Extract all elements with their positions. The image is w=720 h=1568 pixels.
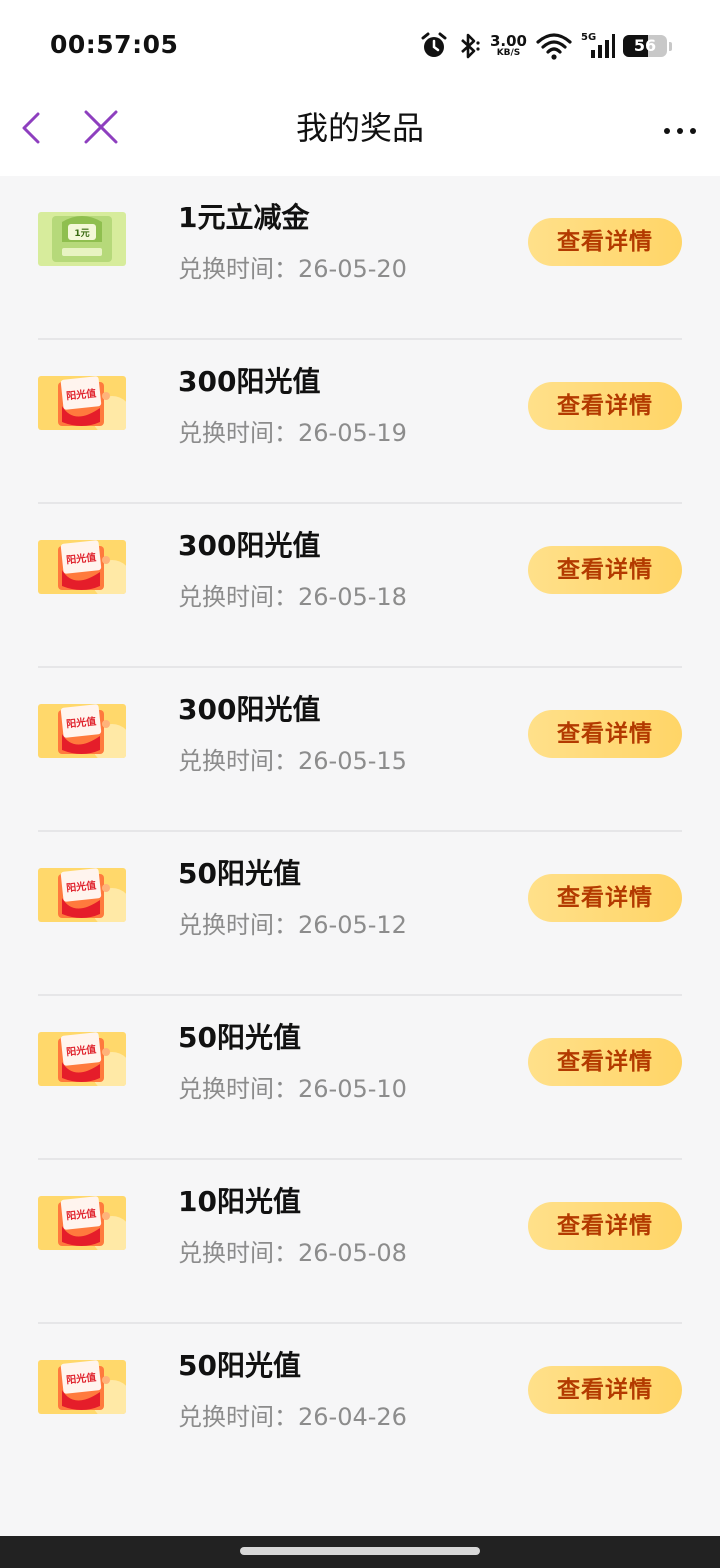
status-bar: 00:57:05 3.00 KB/S 5G 56 [0,0,720,92]
prize-title: 50阳光值 [178,1021,301,1054]
prize-title: 1元立减金 [178,201,310,234]
nav-bar: 我的奖品 [0,92,720,176]
sunshine-value-image: 阳光值 [38,376,126,430]
prize-title: 300阳光值 [178,693,321,726]
prize-title: 50阳光值 [178,857,301,890]
battery-tip [669,41,672,51]
prize-item: 阳光值 50阳光值兑换时间：26-05-12 查看详情 [38,832,682,996]
sunshine-value-image: 阳光值 [38,1360,126,1414]
sunshine-value-image: 阳光值 [38,1196,126,1250]
prize-list: 1元 1元立减金 兑换时间：26-05-20 查看详情 阳光值 300阳光值 兑换时间… [38,176,682,1488]
sunshine-value-image: 阳光值 [38,540,126,594]
battery-icon: 56 [623,35,667,57]
status-time: 00:57:05 [50,30,179,59]
sunshine-value-image: 阳光值 [38,868,126,922]
prize-item: 阳光值 50阳光值兑换时间：26-05-10 查看详情 [38,996,682,1160]
prize-item: 阳光值 300阳光值兑换时间：26-05-15 查看详情 [38,668,682,832]
cash-coupon-image: 1元 [38,212,126,266]
view-details-button[interactable]: 查看详情 [528,382,682,430]
redeem-time: 兑换时间：26-05-12 [178,911,407,939]
thumb-label: 1元 [74,228,89,239]
prize-item: 1元 1元立减金兑换时间：26-05-20 查看详情 [38,176,682,340]
prize-item: 阳光值 300阳光值兑换时间：26-05-19 查看详情 [38,340,682,504]
redeem-time: 兑换时间：26-05-18 [178,583,407,611]
alarm-icon [420,32,448,60]
view-details-button[interactable]: 查看详情 [528,218,682,266]
network-speed-value: 3.00 [489,32,527,50]
redeem-time: 兑换时间：26-05-20 [178,255,407,283]
page-title: 我的奖品 [295,109,424,147]
cellular-signal-icon: 5G [581,32,615,60]
view-details-button[interactable]: 查看详情 [528,546,682,594]
redeem-time: 兑换时间：26-05-08 [178,1239,407,1267]
prize-item: 阳光值 10阳光值兑换时间：26-05-08 查看详情 [38,1160,682,1324]
redeem-time: 兑换时间：26-04-26 [178,1403,407,1431]
redeem-time: 兑换时间：26-05-10 [178,1075,407,1103]
sunshine-value-image: 阳光值 [38,704,126,758]
prize-title: 10阳光值 [178,1185,301,1218]
prize-item: 阳光值 50阳光值兑换时间：26-04-26 查看详情 [38,1324,682,1488]
bluetooth-icon [456,32,482,60]
wifi-icon [535,32,573,60]
status-icons: 3.00 KB/S 5G 56 [420,30,672,62]
view-details-button[interactable]: 查看详情 [528,1202,682,1250]
prize-title: 300阳光值 [178,365,321,398]
home-indicator[interactable] [240,1547,480,1555]
network-speed: 3.00 KB/S [490,34,527,58]
redeem-time: 兑换时间：26-05-15 [178,747,407,775]
system-navigation-bar [0,1536,720,1568]
view-details-button[interactable]: 查看详情 [528,1038,682,1086]
battery-level: 56 [633,36,657,55]
prize-title: 50阳光值 [178,1349,301,1382]
network-speed-unit: KB/S [496,48,521,58]
prize-title: 300阳光值 [178,529,321,562]
redeem-time: 兑换时间：26-05-19 [178,419,407,447]
sunshine-value-image: 阳光值 [38,1032,126,1086]
more-options-icon[interactable] [662,122,698,134]
view-details-button[interactable]: 查看详情 [528,710,682,758]
prize-item: 阳光值 300阳光值兑换时间：26-05-18 查看详情 [38,504,682,668]
view-details-button[interactable]: 查看详情 [528,1366,682,1414]
view-details-button[interactable]: 查看详情 [528,874,682,922]
